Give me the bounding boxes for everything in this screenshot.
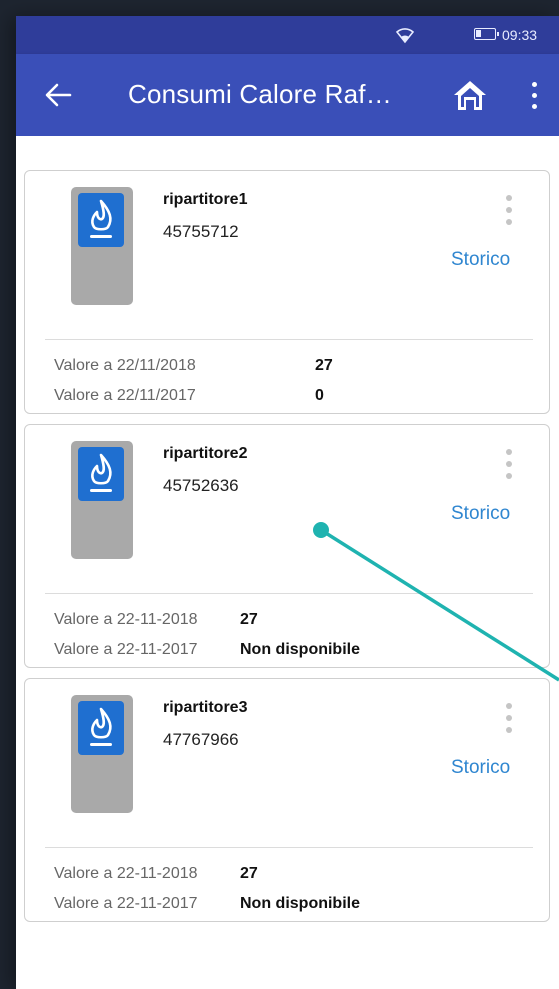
meter-card: ripartitore3 47767966 Storico Valore a 2…	[24, 678, 550, 922]
divider	[45, 847, 533, 848]
reading-value: Non disponibile	[240, 895, 360, 912]
meter-serial: 45755712	[163, 222, 239, 241]
reading-value: 27	[315, 357, 333, 374]
meter-serial: 47767966	[163, 730, 239, 749]
reading-value: 27	[240, 865, 258, 882]
app-bar: Consumi Calore Raf…	[16, 54, 559, 136]
meter-card: ripartitore2 45752636 Storico Valore a 2…	[24, 424, 550, 668]
storico-link[interactable]: Storico	[451, 249, 510, 271]
meter-name: ripartitore3	[163, 699, 248, 716]
home-icon[interactable]	[452, 78, 488, 112]
more-vert-icon[interactable]	[503, 449, 515, 483]
wifi-icon	[395, 28, 415, 44]
reading-value: Non disponibile	[240, 641, 360, 658]
reading-label: Valore a 22-11-2017	[54, 641, 198, 658]
more-vert-icon[interactable]	[503, 195, 515, 229]
storico-link[interactable]: Storico	[451, 503, 510, 525]
divider	[45, 339, 533, 340]
reading-value: 27	[240, 611, 258, 628]
phone-screen: 09:33 Consumi Calore Raf… ripartitore1 4…	[16, 16, 559, 989]
page-title: Consumi Calore Raf…	[128, 79, 392, 109]
reading-label: Valore a 22-11-2018	[54, 611, 198, 628]
heat-meter-image	[71, 187, 133, 305]
reading-label: Valore a 22/11/2017	[54, 387, 196, 404]
meter-name: ripartitore1	[163, 191, 248, 208]
reading-label: Valore a 22-11-2018	[54, 865, 198, 882]
heat-meter-image	[71, 695, 133, 813]
more-vert-icon[interactable]	[503, 703, 515, 737]
arrow-left-icon[interactable]	[44, 82, 72, 108]
flame-icon	[78, 193, 124, 247]
heat-meter-image	[71, 441, 133, 559]
divider	[45, 593, 533, 594]
more-vert-icon[interactable]	[524, 80, 544, 112]
meter-name: ripartitore2	[163, 445, 248, 462]
meter-list: ripartitore1 45755712 Storico Valore a 2…	[16, 136, 559, 989]
status-bar: 09:33	[16, 16, 559, 54]
reading-label: Valore a 22-11-2017	[54, 895, 198, 912]
battery-icon	[474, 28, 499, 40]
reading-label: Valore a 22/11/2018	[54, 357, 196, 374]
storico-link[interactable]: Storico	[451, 757, 510, 779]
meter-card: ripartitore1 45755712 Storico Valore a 2…	[24, 170, 550, 414]
reading-value: 0	[315, 387, 324, 404]
flame-icon	[78, 447, 124, 501]
status-time: 09:33	[502, 27, 538, 43]
meter-serial: 45752636	[163, 476, 239, 495]
flame-icon	[78, 701, 124, 755]
